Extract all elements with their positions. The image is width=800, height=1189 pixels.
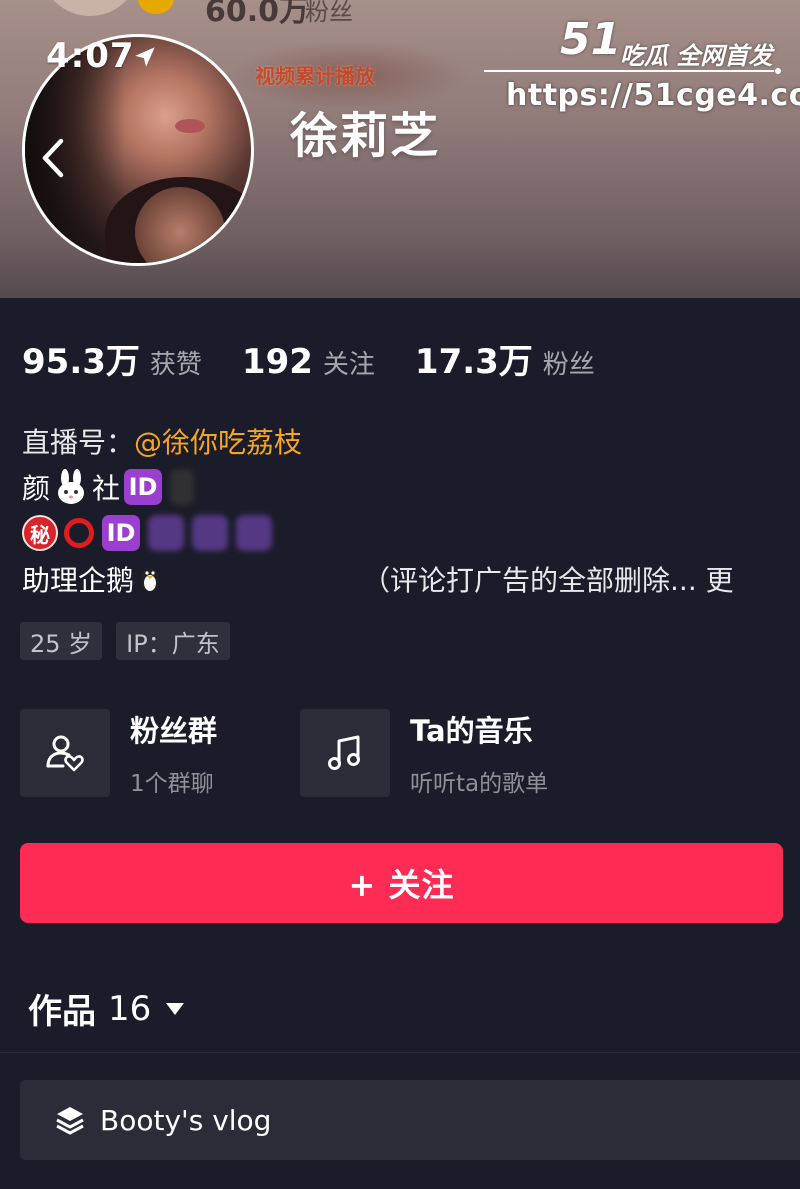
stat-label: 获赞 xyxy=(149,350,202,380)
stat-label: 粉丝 xyxy=(542,350,595,380)
back-button[interactable] xyxy=(26,128,82,188)
stat-value: 17.3万 xyxy=(414,342,533,382)
fans-group-title: 粉丝群 xyxy=(130,714,218,748)
collection-label: Booty's vlog xyxy=(100,1103,272,1137)
profile-page: 60.0万 粉丝 4:07 视频累计播放 徐莉芝 51 吃瓜 全网首发 http… xyxy=(0,0,800,1189)
top-cut-avatar xyxy=(40,0,140,16)
blurred-content xyxy=(236,515,272,551)
fans-group-subtitle: 1个群聊 xyxy=(130,771,214,797)
watermark-logo: 51 xyxy=(560,14,622,65)
id-badge: ID xyxy=(124,469,163,505)
profile-stats: 95.3万 获赞 192 关注 17.3万 粉丝 xyxy=(22,334,635,383)
age-tag: 25 岁 xyxy=(20,622,103,660)
bio-text: 助理企鹅 xyxy=(22,564,135,597)
fans-group-icon-box xyxy=(20,709,110,797)
follow-button[interactable]: + 关注 xyxy=(20,843,783,923)
stat-followers[interactable]: 17.3万 粉丝 xyxy=(415,334,595,383)
profile-header: 60.0万 粉丝 4:07 视频累计播放 徐莉芝 51 吃瓜 全网首发 http… xyxy=(0,0,800,298)
stat-label: 关注 xyxy=(322,350,375,380)
rabbit-icon xyxy=(58,469,85,504)
stat-value: 192 xyxy=(241,342,313,382)
fans-group-texts: 粉丝群 1个群聊 xyxy=(130,708,217,798)
profile-tags: 25 岁 IP：广东 xyxy=(20,622,244,660)
avatar-lip xyxy=(175,119,205,133)
layers-icon xyxy=(56,1107,84,1135)
top-cut-label: 粉丝 xyxy=(305,0,353,26)
blurred-content xyxy=(148,515,184,551)
watermark-url: https://51cge4.com xyxy=(506,78,800,113)
live-prefix: 直播号： xyxy=(22,426,135,459)
works-title: 作品 xyxy=(28,992,96,1032)
penguin-icon xyxy=(141,568,160,592)
red-circle-icon xyxy=(64,518,94,548)
caret-down-icon xyxy=(166,1002,185,1015)
status-time: 4:07 xyxy=(46,36,135,76)
verified-badge-icon xyxy=(138,0,174,14)
header-banner-text: 视频累计播放 xyxy=(255,64,375,88)
bio-text: 社 xyxy=(92,472,121,505)
stat-value: 95.3万 xyxy=(22,342,140,382)
music-texts: Ta的音乐 听听ta的歌单 xyxy=(410,708,548,798)
bio-line-live: 直播号： @徐你吃荔枝 xyxy=(22,418,800,464)
blurred-content xyxy=(192,515,228,551)
secret-badge-icon: 秘 xyxy=(22,515,58,551)
bio-line-2: 颜 社 ID xyxy=(22,464,800,510)
bio-line-4: 助理企鹅 （评论打广告的全部删除... 更 xyxy=(22,556,800,602)
profile-nickname: 徐莉芝 xyxy=(290,108,441,164)
music-icon-box xyxy=(300,709,390,797)
fans-group-card[interactable]: 粉丝群 1个群聊 xyxy=(20,708,217,798)
id-badge: ID xyxy=(102,515,140,551)
music-note-icon xyxy=(328,735,360,770)
music-title: Ta的音乐 xyxy=(410,714,533,748)
bio-line-3: 秘 ID xyxy=(22,510,800,556)
blurred-content xyxy=(170,469,195,505)
stat-likes[interactable]: 95.3万 获赞 xyxy=(22,334,202,383)
profile-bio: 直播号： @徐你吃荔枝 颜 社 ID 秘 ID 助理企鹅 （评论打广告的全部删除… xyxy=(22,418,800,602)
works-tab[interactable]: 作品 16 xyxy=(28,984,185,1033)
location-arrow-icon xyxy=(135,47,155,67)
works-count: 16 xyxy=(108,988,152,1029)
ip-location-tag: IP：广东 xyxy=(116,622,230,660)
stat-following[interactable]: 192 关注 xyxy=(242,342,375,382)
watermark-line xyxy=(484,68,781,74)
music-card[interactable]: Ta的音乐 听听ta的歌单 xyxy=(300,708,548,798)
top-cut-count: 60.0万 xyxy=(205,0,310,29)
fans-group-icon xyxy=(46,735,84,772)
chevron-left-icon xyxy=(42,138,64,178)
music-subtitle: 听听ta的歌单 xyxy=(410,771,549,797)
collection-item[interactable]: Booty's vlog xyxy=(20,1080,800,1160)
works-divider xyxy=(0,1052,800,1053)
live-handle-link[interactable]: @徐你吃荔枝 xyxy=(134,421,302,461)
bio-more-text[interactable]: （评论打广告的全部删除... 更 xyxy=(362,559,734,599)
bio-text: 颜 xyxy=(22,472,51,505)
